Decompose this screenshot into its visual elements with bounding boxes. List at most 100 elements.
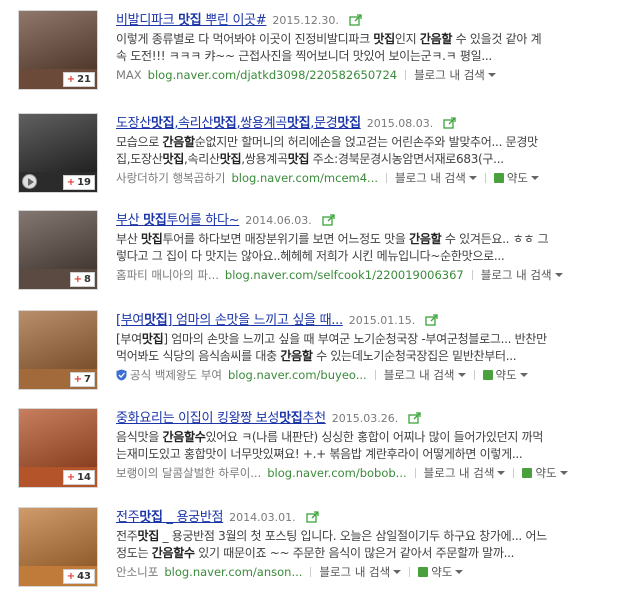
thumbnail-image: [19, 409, 97, 467]
result-thumbnail[interactable]: +14: [18, 408, 98, 488]
open-new-window-icon[interactable]: [322, 214, 336, 226]
result-title-link[interactable]: 전주맛집 _ 용궁반점: [116, 510, 223, 525]
official-shield-icon: [116, 369, 127, 381]
blog-url[interactable]: blog.naver.com/djatkd3098/220582650724: [148, 68, 397, 82]
blog-name[interactable]: 공식 백제왕도 부여: [130, 368, 222, 382]
open-new-window-icon[interactable]: [425, 314, 439, 326]
title-segment: 맛집: [213, 116, 237, 131]
result-thumbnail[interactable]: +21: [18, 10, 98, 90]
result-title-link[interactable]: 도장산맛집,속리산맛집,쌍용계곡맛집,문경맛집: [116, 116, 361, 131]
snippet-line: 먹어봐도 식당의 음식솜씨를 대충 간음할 수 있는데노기순청국장집은 밑반찬부…: [116, 349, 517, 363]
snippet-line: 집,도장산맛집,속리산맛집,쌍용계곡맛집 주소:경북문경시농암면서재로683(구…: [116, 152, 504, 166]
plus-icon: +: [66, 177, 76, 188]
result-snippet: [부여맛집] 엄마의 손맛을 느끼고 싶을 때 부여군 노기순청국장 -부여군청…: [116, 331, 611, 365]
result-meta: 홈파티 매니아의 파... blog.naver.com/selfcook1/22…: [116, 267, 563, 283]
chevron-down-icon: [468, 176, 477, 180]
blog-url[interactable]: blog.naver.com/selfcook1/220019006367: [225, 268, 464, 282]
post-date: 2015.03.26.: [331, 412, 399, 425]
chevron-down-icon: [393, 570, 402, 574]
map-dropdown[interactable]: 약도: [418, 565, 464, 579]
open-new-window-icon[interactable]: [408, 412, 422, 424]
plus-icon: +: [66, 472, 76, 483]
search-result-item: +8 부산 맛집투어를 하다~ 2014.06.03. 부산 맛집투어를 하다보면 매…: [0, 200, 624, 300]
meta-divider: [374, 370, 376, 380]
blog-name[interactable]: 사랑더하기 행복곱하기: [116, 171, 225, 185]
open-new-window-icon[interactable]: [443, 117, 457, 129]
meta-divider: [484, 173, 486, 183]
map-label: 약도: [495, 368, 517, 382]
open-new-window-icon[interactable]: [349, 14, 363, 26]
result-title-link[interactable]: 중화요리는 이집이 킹왕짱 보성맛집추천: [116, 411, 326, 426]
title-segment: 부산: [116, 213, 144, 228]
blog-url[interactable]: blog.naver.com/buyeo...: [228, 368, 367, 382]
open-new-window-icon[interactable]: [306, 511, 320, 523]
meta-divider: [405, 70, 407, 80]
result-thumbnail[interactable]: +19: [18, 113, 98, 193]
result-title-link[interactable]: 부산 맛집투어를 하다~: [116, 213, 240, 228]
blog-search-dropdown[interactable]: 블로그 내 검색: [395, 171, 477, 185]
result-thumbnail[interactable]: +43: [18, 507, 98, 587]
blog-url[interactable]: blog.naver.com/anson...: [164, 565, 302, 579]
blog-search-dropdown[interactable]: 블로그 내 검색: [424, 466, 506, 480]
map-dropdown[interactable]: 약도: [522, 466, 568, 480]
blog-search-dropdown[interactable]: 블로그 내 검색: [384, 368, 466, 382]
blog-name[interactable]: 안소니포: [116, 565, 158, 579]
title-segment: 맛집: [279, 411, 303, 426]
result-thumbnail[interactable]: +8: [18, 210, 98, 290]
map-dropdown[interactable]: 약도: [493, 171, 539, 185]
result-meta: MAX blog.naver.com/djatkd3098/22058265072…: [116, 67, 496, 83]
image-count-badge: +19: [62, 175, 95, 190]
meta-divider: [471, 270, 473, 280]
play-icon[interactable]: [22, 174, 37, 189]
blog-url[interactable]: blog.naver.com/mcem4...: [231, 171, 378, 185]
plus-icon: +: [73, 274, 83, 285]
title-segment: 맛집: [178, 13, 202, 28]
title-segment: 비발디파크: [116, 13, 179, 28]
image-count-badge: +14: [62, 470, 95, 485]
snippet-line: 렇다고 그 집이 다 맛지는 않아요..헤헤헤 저희가 시킨 메뉴입니다~순한맛…: [116, 249, 505, 263]
result-title-line: 비발디파크 맛집 뿌린 이곳# 2015.12.30.: [116, 9, 363, 28]
result-thumbnail[interactable]: +7: [18, 310, 98, 390]
result-title-line: 전주맛집 _ 용궁반점 2014.03.01.: [116, 506, 320, 525]
map-dropdown[interactable]: 약도: [482, 368, 528, 382]
title-segment: 중화요리는 이집이 킹왕짱 보성: [116, 411, 280, 426]
blog-name[interactable]: 홈파티 매니아의 파...: [116, 268, 219, 282]
blog-name[interactable]: MAX: [116, 68, 142, 82]
result-title-link[interactable]: 비발디파크 맛집 뿌린 이곳#: [116, 13, 267, 28]
title-segment: 투어를 하다~: [166, 213, 240, 228]
snippet-line: 정도는 간음할수 있기 때문이죠 ~~ 주문한 음식이 많은거 같아서 주문할까…: [116, 546, 515, 560]
title-segment: ] 엄마의 손맛을 느끼고 싶을 때...: [167, 313, 343, 328]
blog-search-dropdown[interactable]: 블로그 내 검색: [481, 268, 563, 282]
image-count: 19: [77, 177, 91, 188]
search-result-item: +7 [부여맛집] 엄마의 손맛을 느끼고 싶을 때... 2015.01.15.[…: [0, 300, 624, 400]
snippet-line: 모습으로 간음할순없지만 할머니의 허리에손을 얹고걷는 어린손주와 발맞추어.…: [116, 135, 538, 149]
result-title-link[interactable]: [부여맛집] 엄마의 손맛을 느끼고 싶을 때...: [116, 313, 343, 328]
image-count-badge: +21: [62, 72, 95, 87]
image-count: 21: [77, 74, 91, 85]
blog-search-dropdown[interactable]: 블로그 내 검색: [319, 565, 402, 579]
thumbnail-image: [19, 11, 97, 69]
thumbnail-image: [19, 508, 97, 566]
search-result-item: +43 전주맛집 _ 용궁반점 2014.03.01. 전주맛집 _ 용궁반점 3월의…: [0, 497, 624, 597]
title-segment: 추천: [302, 411, 326, 426]
map-icon: [482, 370, 493, 380]
title-segment: 맛집: [150, 116, 175, 131]
post-date: 2014.06.03.: [245, 214, 312, 227]
post-date: 2014.03.01.: [229, 511, 296, 524]
post-date: 2015.01.15.: [348, 314, 416, 327]
snippet-line: 부산 맛집투어를 하다보면 매장분위기를 보면 어느정도 맛을 간음할 수 있겨…: [116, 232, 549, 246]
title-segment: 맛집: [139, 510, 163, 525]
title-segment: ,속리산: [174, 116, 214, 131]
blog-search-label: 블로그 내 검색: [395, 171, 466, 185]
blog-name[interactable]: 보랭이의 달콤살벌한 하루이...: [116, 466, 261, 480]
map-label: 약도: [506, 171, 528, 185]
blog-url[interactable]: blog.naver.com/bobob...: [267, 466, 406, 480]
map-icon: [522, 468, 533, 478]
title-segment: 도장산: [116, 116, 151, 131]
title-segment: 맛집: [143, 213, 167, 228]
blog-search-dropdown[interactable]: 블로그 내 검색: [414, 68, 496, 82]
snippet-line: 속 도전!!! ㅋㅋㅋ 캬~~ 근접사진을 찍어보니더 맛있어 보이는군ㅋ.ㅋ …: [116, 49, 492, 63]
search-result-item: +21 비발디파크 맛집 뿌린 이곳# 2015.12.30. 이렇게 종류별로 다 …: [0, 0, 624, 100]
result-snippet: 부산 맛집투어를 하다보면 매장분위기를 보면 어느정도 맛을 간음할 수 있겨…: [116, 231, 611, 265]
result-title-line: [부여맛집] 엄마의 손맛을 느끼고 싶을 때... 2015.01.15.: [116, 309, 439, 328]
